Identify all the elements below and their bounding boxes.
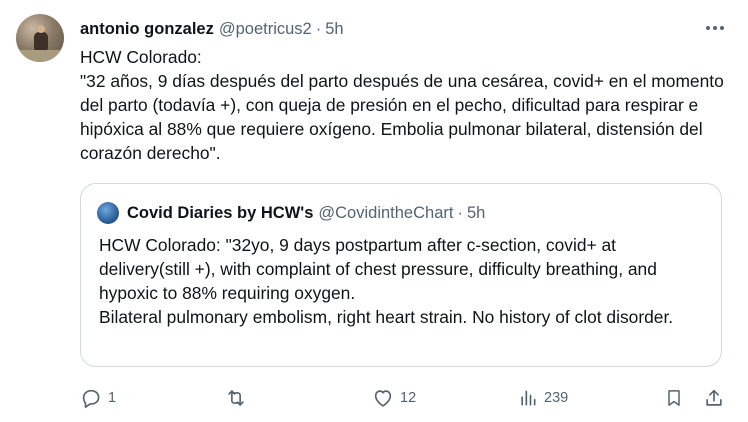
more-dots-icon[interactable] (704, 18, 726, 38)
avatar-head (37, 25, 45, 33)
quote-author-name: Covid Diaries by HCW's (127, 203, 314, 222)
share-button[interactable] (703, 385, 725, 411)
bookmark-button[interactable] (664, 385, 684, 411)
quote-text: HCW Colorado: "32yo, 9 days postpartum a… (99, 235, 674, 327)
retweet-icon (224, 387, 248, 409)
reply-icon (80, 387, 102, 409)
quote-author-handle: @CovidintheChart (318, 203, 454, 222)
avatar-figure (34, 32, 48, 50)
views-icon (518, 388, 538, 408)
tweet-timestamp[interactable]: 5h (325, 20, 343, 39)
bookmark-icon (664, 387, 684, 409)
like-count: 12 (400, 390, 417, 406)
share-icon (703, 387, 725, 409)
tweet-header: antonio gonzalez @poetricus2 · 5h (80, 18, 344, 40)
like-icon (372, 387, 394, 409)
quote-separator-dot: · (457, 203, 463, 222)
action-bar: 1 12 239 (0, 385, 748, 411)
quote-avatar (97, 202, 119, 224)
like-button[interactable]: 12 (372, 385, 416, 411)
tweet-text: HCW Colorado: "32 años, 9 días después d… (80, 47, 724, 163)
reply-count: 1 (108, 390, 117, 406)
views-button[interactable]: 239 (518, 385, 568, 411)
reply-button[interactable]: 1 (80, 385, 116, 411)
author-avatar[interactable] (16, 14, 64, 62)
retweet-button[interactable] (224, 385, 254, 411)
quote-timestamp: 5h (466, 203, 486, 222)
author-handle[interactable]: @poetricus2 (219, 20, 312, 39)
avatar-ground (16, 50, 64, 62)
author-name[interactable]: antonio gonzalez (80, 20, 214, 39)
views-count: 239 (544, 390, 569, 406)
quoted-tweet[interactable]: Covid Diaries by HCW's @CovidintheChart … (80, 183, 722, 367)
separator-dot: · (315, 19, 322, 38)
quote-header: Covid Diaries by HCW's @CovidintheChart … (97, 202, 485, 224)
